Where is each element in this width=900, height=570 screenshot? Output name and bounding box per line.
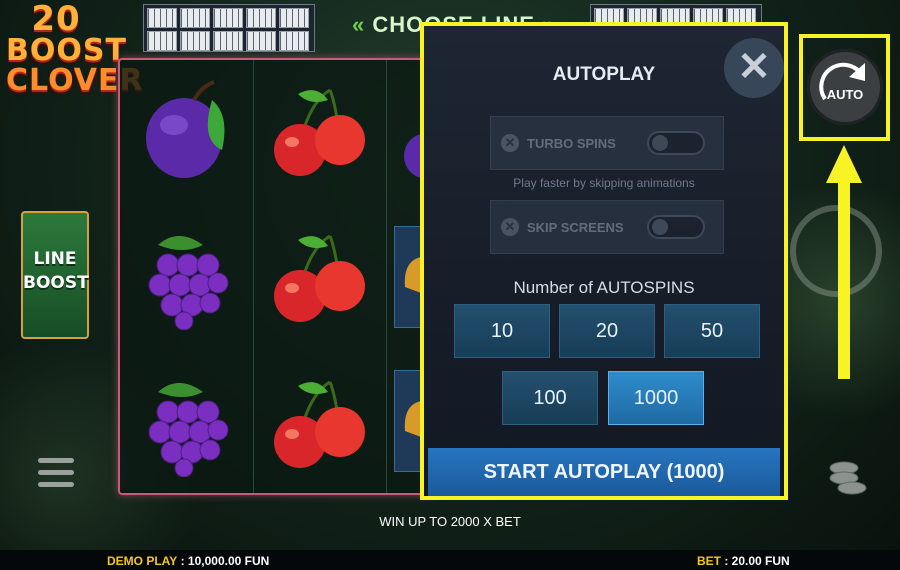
pointer-arrow-icon: [826, 145, 862, 379]
bet-label: BET: [697, 554, 721, 568]
turbo-spins-label: TURBO SPINS: [527, 136, 616, 151]
payline-pattern: [147, 8, 177, 28]
payline-pattern: [246, 31, 276, 51]
menu-bar: [38, 470, 74, 475]
game-logo: 20 BOOST CLOVER: [6, 0, 144, 98]
logo-line-3: CLOVER: [6, 63, 144, 98]
close-icon: ✕: [737, 45, 771, 89]
payline-pattern: [147, 31, 177, 51]
cherries-icon: [274, 234, 365, 322]
coins-icon[interactable]: [826, 456, 870, 500]
demo-balance: DEMO PLAY : 10,000.00 FUN: [107, 554, 269, 568]
bell-icon: [404, 257, 421, 293]
menu-bar: [38, 482, 74, 487]
turbo-spins-hint: Play faster by skipping animations: [513, 176, 695, 190]
auto-label: AUTO: [826, 87, 864, 102]
payline-pattern: [279, 8, 309, 28]
menu-icon[interactable]: [38, 458, 74, 494]
autospins-option-100[interactable]: 100: [502, 371, 598, 425]
cherries-icon: [274, 88, 365, 176]
autospins-count-label: Number of AUTOSPINS: [513, 278, 695, 297]
paylines-panel-left: [143, 4, 315, 52]
bell-tile: [394, 370, 422, 472]
bell-icon: [404, 401, 421, 437]
bell-tile: [394, 226, 422, 328]
grapes-icon: [148, 383, 229, 477]
reel-divider: [253, 60, 254, 493]
start-autoplay-button[interactable]: START AUTOPLAY (1000): [428, 448, 780, 496]
plum-icon: [146, 80, 225, 178]
demo-value: : 10,000.00 FUN: [180, 554, 270, 568]
autospins-option-10[interactable]: 10: [454, 304, 550, 358]
payline-pattern: [213, 31, 243, 51]
payline-pattern: [180, 31, 210, 51]
toggle-knob: [652, 219, 668, 235]
line-boost-line-2: BOOST: [23, 273, 89, 293]
skip-screens-toggle[interactable]: [647, 215, 705, 239]
skip-screens-option[interactable]: ✕ SKIP SCREENS: [490, 200, 724, 254]
payline-pattern: [213, 8, 243, 28]
cherries-icon: [274, 380, 365, 468]
auto-button[interactable]: AUTO: [807, 49, 883, 125]
max-win-text: WIN UP TO 2000 X BET: [379, 514, 521, 529]
toggle-knob: [652, 135, 668, 151]
turbo-spins-toggle[interactable]: [647, 131, 705, 155]
reel-area: [118, 58, 438, 495]
bet-value: : 20.00 FUN: [724, 554, 790, 568]
grapes-icon: [148, 236, 229, 330]
payline-pattern: [279, 31, 309, 51]
chevron-left-icon: «: [352, 12, 366, 37]
logo-line-2: BOOST: [6, 33, 127, 68]
bet-display: BET : 20.00 FUN: [697, 554, 790, 568]
autospins-option-50[interactable]: 50: [664, 304, 760, 358]
autospins-option-20[interactable]: 20: [559, 304, 655, 358]
demo-label: DEMO PLAY: [107, 554, 178, 568]
reel-divider: [386, 60, 387, 493]
payline-pattern: [246, 8, 276, 28]
turbo-spins-option[interactable]: ✕ TURBO SPINS: [490, 116, 724, 170]
close-button[interactable]: ✕: [724, 38, 784, 98]
info-icon: ✕: [501, 134, 519, 152]
line-boost-line-1: LINE: [33, 249, 77, 269]
info-icon: ✕: [501, 218, 519, 236]
skip-screens-label: SKIP SCREENS: [527, 220, 624, 235]
line-boost-button[interactable]: LINE BOOST: [21, 211, 89, 339]
payline-pattern: [180, 8, 210, 28]
menu-bar: [38, 458, 74, 463]
autoplay-dialog: AUTOPLAY ✕ ✕ TURBO SPINS Play faster by …: [420, 22, 788, 500]
logo-line-1: 20: [31, 0, 81, 39]
autospins-option-1000[interactable]: 1000: [608, 371, 704, 425]
